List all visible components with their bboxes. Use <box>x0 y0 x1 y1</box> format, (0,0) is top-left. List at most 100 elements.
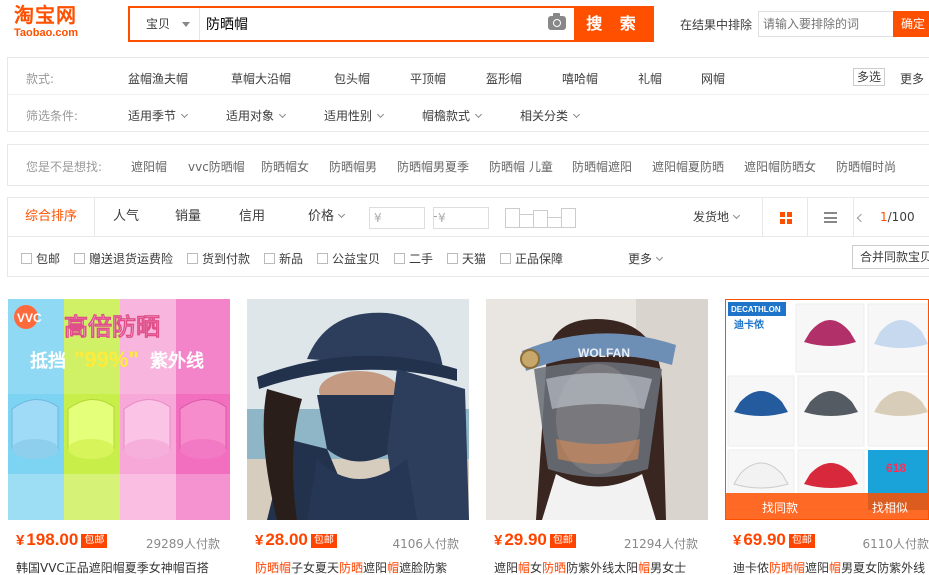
filter-checkbox[interactable]: 正品保障 <box>500 250 563 267</box>
image-sub-suffix: 紫外线 <box>150 350 204 372</box>
style-option[interactable]: 礼帽 <box>638 70 662 87</box>
page-indicator: 1/100 <box>880 198 915 236</box>
price-histogram-icon[interactable] <box>505 208 579 228</box>
filter-checkbox[interactable]: 公益宝贝 <box>317 250 380 267</box>
condition-dropdown[interactable]: 适用对象 <box>226 107 287 124</box>
more-checks-button[interactable]: 更多 <box>628 250 664 267</box>
list-view-button[interactable] <box>808 198 854 236</box>
chevron-down-icon <box>732 211 741 220</box>
suggestion-link[interactable]: 防晒帽时尚 <box>836 158 896 175</box>
filter-checkbox-label: 新品 <box>279 252 304 266</box>
product-image[interactable]: WOLFAN <box>486 299 708 520</box>
page-current: 1 <box>880 210 888 224</box>
search-category-dropdown[interactable]: 宝贝 <box>130 8 200 40</box>
search-button[interactable]: 搜 索 <box>574 6 654 42</box>
product-title[interactable]: 遮阳帽女防晒防紫外线太阳帽男女士 <box>494 559 704 575</box>
filter-checkbox-label: 货到付款 <box>202 252 251 266</box>
multi-select-button[interactable]: 多选 <box>853 68 885 86</box>
style-option[interactable]: 平顶帽 <box>410 70 446 87</box>
suggestion-link[interactable]: 防晒帽男 <box>329 158 377 175</box>
free-shipping-badge: 包邮 <box>549 534 576 548</box>
product-image[interactable] <box>247 299 469 520</box>
yen-symbol: ¥ <box>494 532 503 549</box>
visor-brand: WOLFAN <box>578 346 630 360</box>
price-value: 29.90 <box>504 530 547 549</box>
find-similar-button[interactable]: 找相似 <box>872 499 908 516</box>
corner-618: 618 <box>886 461 906 475</box>
product-image[interactable]: DECATHLON 迪卡侬 618 找同款 找相似 <box>725 299 929 520</box>
suggestion-link[interactable]: 防晒帽 儿童 <box>489 158 553 175</box>
style-option[interactable]: 草帽大沿帽 <box>231 70 291 87</box>
price-min-input[interactable]: ¥ <box>369 207 425 229</box>
more-styles-button[interactable]: 更多 <box>900 70 924 87</box>
product-price: ¥198.00 包邮 <box>16 530 108 550</box>
camera-icon[interactable] <box>548 13 566 30</box>
prev-page-button[interactable] <box>856 198 866 236</box>
sort-tab-credit[interactable]: 信用 <box>221 198 283 236</box>
product-image[interactable]: VVC 高倍防晒 抵挡 "99%" 紫外线 <box>8 299 230 520</box>
suggestion-link[interactable]: 防晒帽女 <box>261 158 309 175</box>
ship-from-dropdown[interactable]: 发货地 <box>693 198 741 236</box>
filter-checkbox[interactable]: 新品 <box>264 250 303 267</box>
search-category-label: 宝贝 <box>146 17 171 31</box>
product-title[interactable]: 防晒帽子女夏天防晒遮阳帽遮脸防紫 <box>255 559 465 575</box>
yen-symbol: ¥ <box>733 532 742 549</box>
condition-label: 筛选条件: <box>26 109 79 123</box>
search-input[interactable] <box>202 8 532 40</box>
style-option[interactable]: 盆帽渔夫帽 <box>128 70 188 87</box>
suggestion-link[interactable]: 防晒帽遮阳 <box>572 158 632 175</box>
product-title[interactable]: 迪卡侬防晒帽遮阳帽男夏女防紫外线 <box>733 559 929 575</box>
condition-dropdown[interactable]: 相关分类 <box>520 107 581 124</box>
exclude-input[interactable] <box>758 11 894 37</box>
filter-checkbox[interactable]: 货到付款 <box>187 250 250 267</box>
price-max-input[interactable]: ¥ <box>433 207 489 229</box>
logo-english: Taobao.com <box>14 27 78 39</box>
filter-checkbox[interactable]: 二手 <box>394 250 433 267</box>
filter-checkbox[interactable]: 包邮 <box>21 250 60 267</box>
checkbox-icon <box>500 253 511 264</box>
suggestion-link[interactable]: 遮阳帽夏防晒 <box>652 158 724 175</box>
style-option[interactable]: 盔形帽 <box>486 70 522 87</box>
condition-dropdown[interactable]: 适用性别 <box>324 107 385 124</box>
yen-symbol: ¥ <box>16 532 25 549</box>
product-card[interactable]: ¥28.00 包邮 4106人付款 防晒帽子女夏天防晒遮阳帽遮脸防紫 <box>247 299 469 575</box>
chevron-down-icon <box>474 110 483 119</box>
product-price: ¥69.90 包邮 <box>733 530 815 550</box>
filter-checkbox[interactable]: 天猫 <box>447 250 486 267</box>
checkbox-icon <box>394 253 405 264</box>
style-option[interactable]: 包头帽 <box>334 70 370 87</box>
product-title[interactable]: 韩国VVC正品遮阳帽夏季女神帽百搭 <box>16 559 226 575</box>
sort-tab-sales[interactable]: 销量 <box>157 198 219 236</box>
suggestion-link[interactable]: 遮阳帽 <box>131 158 167 175</box>
decathlon-hats-image: DECATHLON 迪卡侬 618 <box>726 300 928 519</box>
grid-view-button[interactable] <box>762 198 808 236</box>
sort-tab-popularity[interactable]: 人气 <box>95 198 157 236</box>
suggestion-link[interactable]: 遮阳帽防晒女 <box>744 158 816 175</box>
sales-count: 21294人付款 <box>623 537 698 551</box>
checkbox-icon <box>187 253 198 264</box>
suggestion-link[interactable]: vvc防晒帽 <box>188 158 245 175</box>
condition-dropdown-label: 适用对象 <box>226 109 275 123</box>
filter-checkbox-label: 赠送退货运费险 <box>89 252 174 266</box>
taobao-logo[interactable]: 淘宝网 Taobao.com <box>14 4 104 44</box>
sun-hat-mask-image <box>247 299 469 520</box>
filter-checkbox[interactable]: 赠送退货运费险 <box>74 250 173 267</box>
product-card[interactable]: WOLFAN ¥29.90 包邮 21294人付款 遮阳帽女防晒防紫外线太阳帽男女… <box>486 299 708 575</box>
condition-dropdown[interactable]: 帽檐款式 <box>422 107 483 124</box>
suggestion-link[interactable]: 防晒帽男夏季 <box>397 158 469 175</box>
header: 淘宝网 Taobao.com 宝贝 搜 索 在结果中排除 确定 <box>0 0 929 48</box>
sort-tab-default[interactable]: 综合排序 <box>8 198 95 236</box>
price-value: 198.00 <box>26 530 79 549</box>
style-option[interactable]: 嘻哈帽 <box>562 70 598 87</box>
product-card[interactable]: VVC 高倍防晒 抵挡 "99%" 紫外线 ¥198.00 包邮 29289人付款… <box>8 299 230 575</box>
checkbox-icon <box>317 253 328 264</box>
chevron-down-icon <box>572 110 581 119</box>
style-option[interactable]: 网帽 <box>701 70 725 87</box>
exclude-confirm-button[interactable]: 确定 <box>893 11 929 37</box>
merge-same-items-button[interactable]: 合并同款宝贝 <box>852 245 929 269</box>
sort-tab-price[interactable]: 价格 <box>291 198 361 236</box>
find-same-button[interactable]: 找同款 <box>762 499 798 516</box>
condition-dropdown[interactable]: 适用季节 <box>128 107 189 124</box>
product-card[interactable]: DECATHLON 迪卡侬 618 找同款 找相似 ¥ 69.90 包邮 611… <box>725 299 929 575</box>
chevron-down-icon <box>655 253 664 262</box>
